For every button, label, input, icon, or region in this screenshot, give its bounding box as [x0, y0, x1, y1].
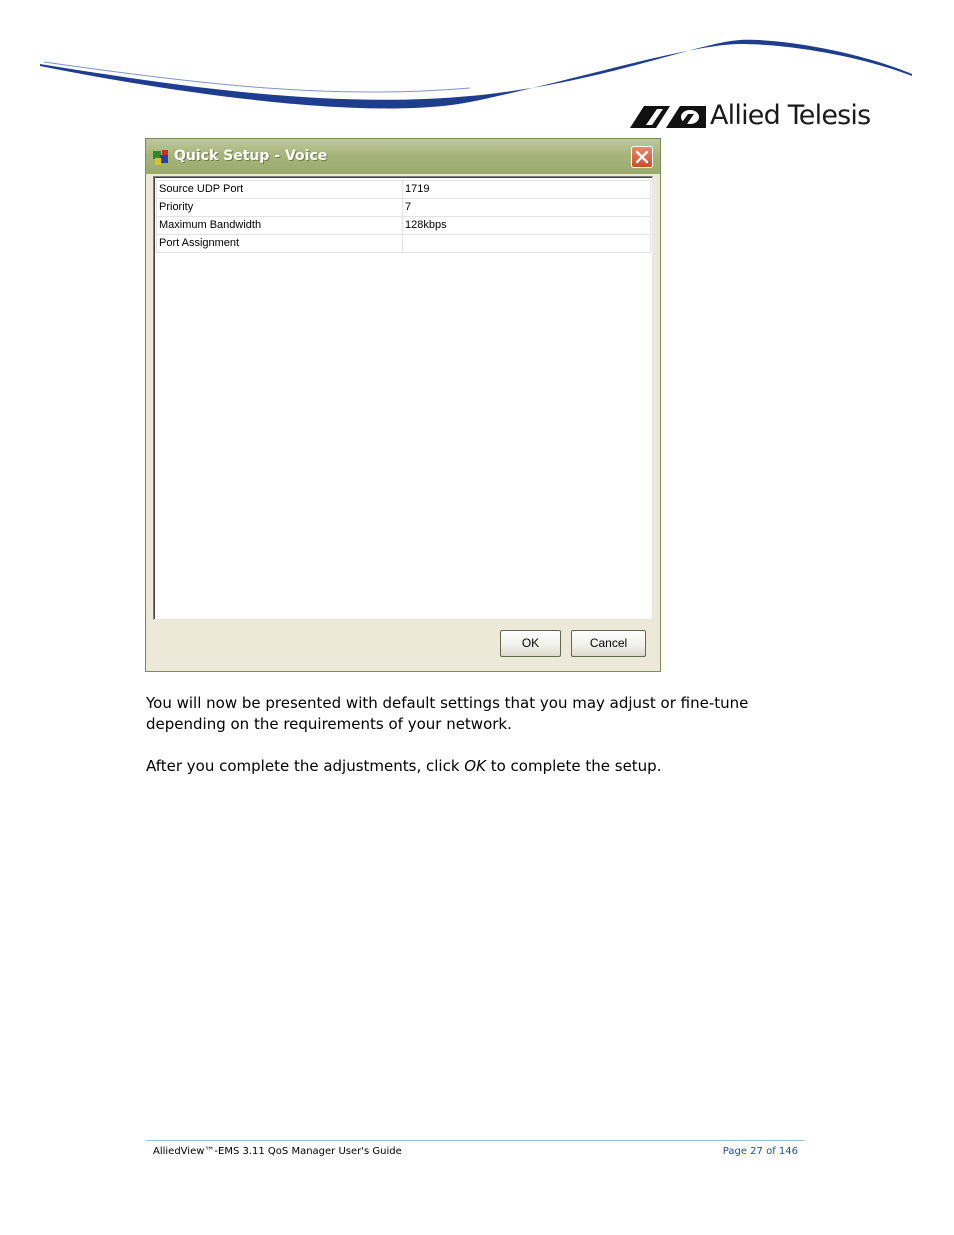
- instruction-paragraph: You will now be presented with default s…: [146, 694, 749, 733]
- cancel-button[interactable]: Cancel: [571, 630, 646, 657]
- dialog-client-area: Source UDP Port 1719 Priority 7 Maximum …: [152, 174, 654, 667]
- settings-property-table: Source UDP Port 1719 Priority 7 Maximum …: [153, 176, 653, 620]
- property-name: Maximum Bandwidth: [156, 216, 403, 235]
- footer-page-number: Page 27 of 146: [722, 1146, 798, 1157]
- brand-name: Allied Telesis: [710, 100, 871, 131]
- completion-text-before: After you complete the adjustments, clic…: [146, 757, 465, 775]
- footer-divider: [146, 1140, 805, 1141]
- ok-button[interactable]: OK: [500, 630, 561, 657]
- table-row[interactable]: Port Assignment: [156, 234, 651, 253]
- property-value[interactable]: 128kbps: [402, 216, 651, 235]
- property-value[interactable]: [402, 234, 651, 253]
- footer-guide-title: AlliedView™-EMS 3.11 QoS Manager User's …: [153, 1146, 402, 1157]
- property-name: Source UDP Port: [156, 180, 403, 199]
- ok-emphasis: OK: [464, 757, 486, 775]
- property-value[interactable]: 7: [402, 198, 651, 217]
- logo-mark-icon: [630, 106, 706, 128]
- allied-telesis-logo: Allied Telesis: [630, 100, 871, 134]
- property-name: Priority: [156, 198, 403, 217]
- dialog-title: Quick Setup - Voice: [174, 148, 328, 164]
- completion-text-after: to complete the setup.: [485, 757, 662, 775]
- close-icon: [635, 150, 649, 164]
- property-value[interactable]: 1719: [402, 180, 651, 199]
- quick-setup-voice-dialog: Quick Setup - Voice Source UDP Port 1719…: [145, 138, 661, 672]
- quick-setup-app-icon: [153, 150, 168, 165]
- table-row[interactable]: Priority 7: [156, 198, 651, 217]
- dialog-titlebar[interactable]: Quick Setup - Voice: [146, 139, 660, 174]
- close-button[interactable]: [631, 146, 653, 168]
- table-row[interactable]: Maximum Bandwidth 128kbps: [156, 216, 651, 235]
- table-row[interactable]: Source UDP Port 1719: [156, 180, 651, 199]
- property-name: Port Assignment: [156, 234, 403, 253]
- completion-paragraph: After you complete the adjustments, clic…: [146, 756, 826, 777]
